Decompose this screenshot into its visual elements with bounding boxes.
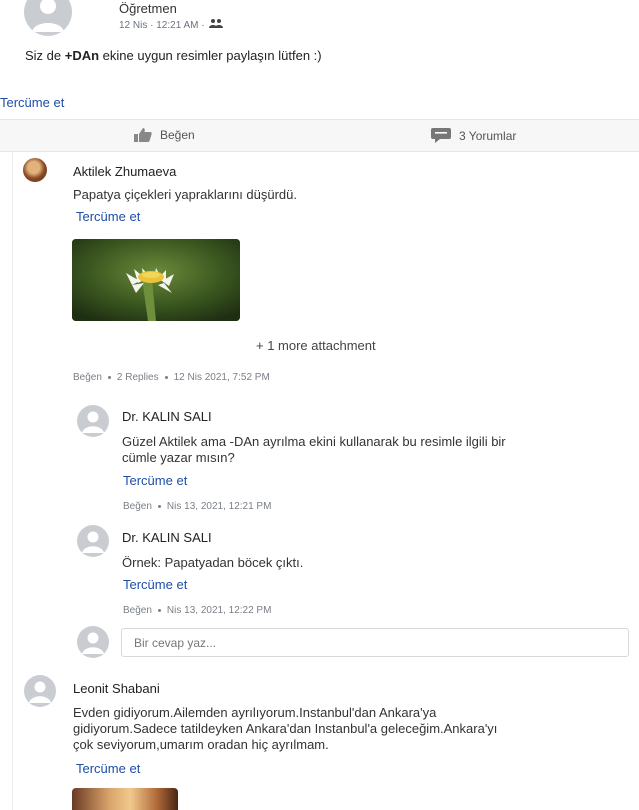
comment-author[interactable]: Aktilek Zhumaeva [73,164,176,179]
audience-icon [209,19,224,31]
reply-timestamp: Nis 13, 2021, 12:22 PM [166,605,272,616]
user-placeholder-icon [32,0,64,32]
comment-meta: Beğen 2 Replies 12 Nis 2021, 7:52 PM [73,372,270,383]
reply-input[interactable] [121,628,629,657]
kalin-sali-avatar[interactable] [77,525,109,557]
reply-text-line-2: cümle yazar mısın? [122,450,235,465]
user-placeholder-icon [77,405,109,437]
translate-post-link[interactable]: Tercüme et [0,95,64,110]
post-header: Öğretmen 12 Nis · 12:21 AM · [24,0,624,38]
separator-dot [157,504,161,508]
comment-author[interactable]: Leonit Shabani [73,681,160,696]
post-body: Siz de +DAn ekine uygun resimler paylaşı… [25,48,322,63]
user-placeholder-icon [77,525,109,557]
separator-dot [157,608,161,612]
post-body-suffix: ekine uygun resimler paylaşın lütfen :) [99,48,322,63]
translate-reply-link[interactable]: Tercüme et [123,577,187,592]
separator-dot [164,375,168,379]
reply-text-line-1: Güzel Aktilek ama -DAn ayrılma ekini kul… [122,434,506,449]
comments-count-label: 3 Yorumlar [459,128,517,143]
post-body-prefix: Siz de [25,48,65,63]
comment-icon [431,128,451,143]
more-attachments-link[interactable]: + 1 more attachment [256,338,376,353]
comment-timestamp: 12 Nis 2021, 7:52 PM [173,372,270,383]
current-user-avatar [77,626,109,658]
reply-text: Örnek: Papatyadan böcek çıktı. [122,555,304,570]
comment-like-link[interactable]: Beğen [73,372,102,383]
replies-toggle[interactable]: 2 Replies [117,372,159,383]
separator-dot [107,375,111,379]
aktilek-avatar[interactable] [23,158,47,182]
reply-like-link[interactable]: Beğen [123,501,152,512]
reply-author[interactable]: Dr. KALIN SALI [122,530,212,545]
comment-text-line-3: çok seviyorum,umarım oradan hiç ayrılmam… [73,737,329,752]
post-action-bar: Beğen 3 Yorumlar [0,119,639,152]
comment-photo-attachment[interactable] [72,788,178,810]
translate-comment-link[interactable]: Tercüme et [76,761,140,776]
comment-text-line-1: Evden gidiyorum.Ailemden ayrılıyorum.Ins… [73,705,437,720]
comments-button[interactable]: 3 Yorumlar [431,128,516,143]
author-role: Öğretmen [119,1,177,16]
post-meta: 12 Nis · 12:21 AM · [119,18,224,31]
reply-author[interactable]: Dr. KALIN SALI [122,409,212,424]
like-button[interactable]: Beğen [134,128,195,142]
teacher-avatar[interactable] [24,0,72,36]
kalin-sali-avatar[interactable] [77,405,109,437]
daisy-photo-attachment[interactable] [72,239,240,321]
reply-timestamp: Nis 13, 2021, 12:21 PM [166,501,272,512]
comment-text-line-2: gidiyorum.Sadece tatildeyken Ankara'dan … [73,721,498,736]
user-placeholder-icon [77,626,109,658]
translate-reply-link[interactable]: Tercüme et [123,473,187,488]
thumbs-up-icon [134,128,152,142]
reply-like-link[interactable]: Beğen [123,605,152,616]
leonit-avatar[interactable] [24,675,56,707]
comment-text: Papatya çiçekleri yapraklarını düşürdü. [73,187,298,202]
reply-meta: Beğen Nis 13, 2021, 12:21 PM [123,501,271,512]
reply-meta: Beğen Nis 13, 2021, 12:22 PM [123,605,271,616]
daisy-image [72,239,240,321]
user-placeholder-icon [24,675,56,707]
translate-comment-link[interactable]: Tercüme et [76,209,140,224]
like-label: Beğen [160,128,195,142]
post-body-bold: +DAn [64,48,100,63]
post-time: 12 Nis · 12:21 AM · [119,20,205,31]
